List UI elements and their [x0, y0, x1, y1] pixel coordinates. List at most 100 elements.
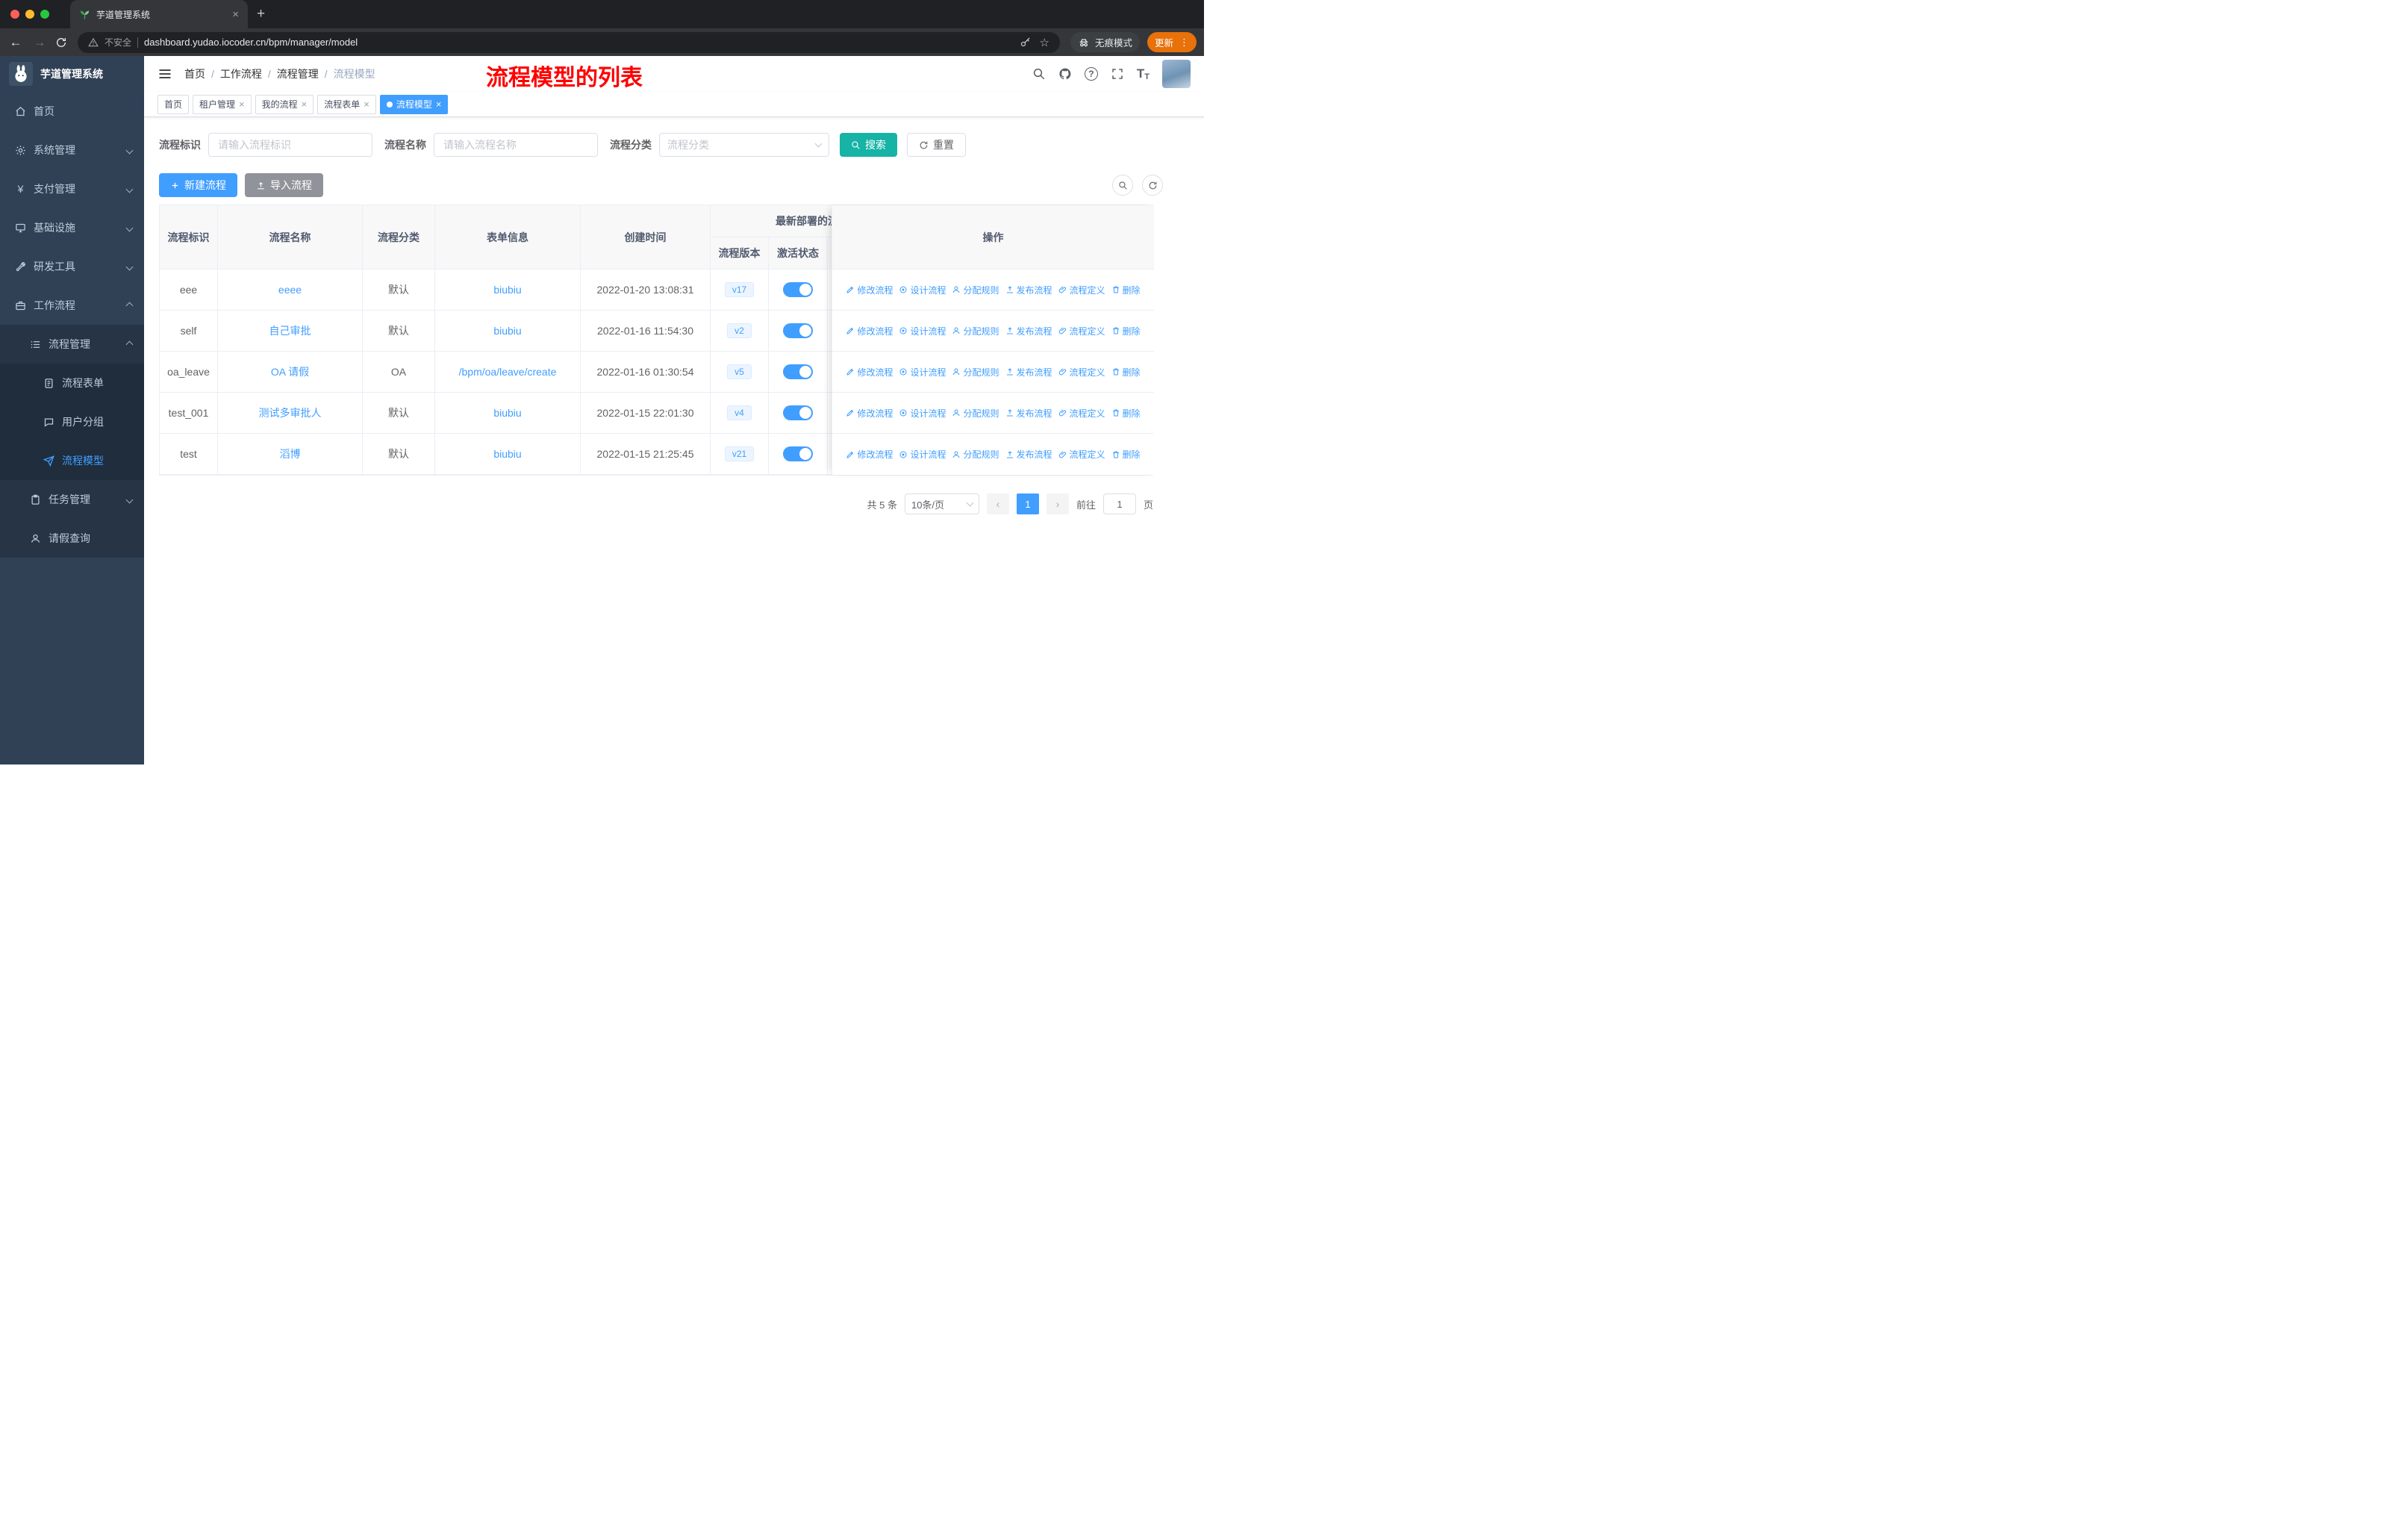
tag-my-process[interactable]: 我的流程 ×	[255, 94, 314, 114]
process-name-input[interactable]	[434, 133, 598, 157]
form-info-link[interactable]: biubiu	[493, 284, 521, 296]
zoom-window-button[interactable]	[40, 10, 49, 19]
process-name-link[interactable]: 测试多审批人	[259, 405, 322, 420]
sidebar-item-user-group[interactable]: 用户分组	[0, 402, 144, 441]
search-button[interactable]: 搜索	[840, 133, 897, 157]
refresh-table-button[interactable]	[1142, 175, 1163, 196]
active-toggle[interactable]	[783, 446, 813, 461]
close-icon[interactable]: ×	[364, 99, 369, 110]
sidebar-item-task-management[interactable]: 任务管理	[0, 480, 144, 519]
form-info-link[interactable]: biubiu	[493, 407, 521, 419]
active-toggle[interactable]	[783, 282, 813, 297]
sidebar-item-infrastructure[interactable]: 基础设施	[0, 208, 144, 247]
process-id-input[interactable]	[208, 133, 372, 157]
design-process-link[interactable]: 设计流程	[899, 448, 946, 461]
delete-link[interactable]: 删除	[1111, 407, 1141, 420]
form-info-link[interactable]: biubiu	[493, 448, 521, 460]
prev-page-button[interactable]: ‹	[986, 493, 1009, 514]
design-process-link[interactable]: 设计流程	[899, 407, 946, 420]
process-definition-link[interactable]: 流程定义	[1058, 448, 1105, 461]
browser-tab[interactable]: 芋道管理系统 ×	[70, 0, 248, 28]
breadcrumb-home[interactable]: 首页	[184, 66, 205, 81]
fullscreen-icon[interactable]	[1111, 67, 1124, 81]
tag-process-form[interactable]: 流程表单 ×	[317, 94, 376, 114]
breadcrumb-process-management[interactable]: 流程管理	[277, 66, 319, 81]
sidebar-item-process-management[interactable]: 流程管理	[0, 325, 144, 364]
update-button[interactable]: 更新 ⋮	[1147, 32, 1197, 52]
design-process-link[interactable]: 设计流程	[899, 366, 946, 379]
process-definition-link[interactable]: 流程定义	[1058, 325, 1105, 337]
active-toggle[interactable]	[783, 323, 813, 338]
version-tag[interactable]: v5	[727, 364, 752, 379]
publish-process-link[interactable]: 发布流程	[1005, 284, 1052, 296]
next-page-button[interactable]: ›	[1046, 493, 1069, 514]
tag-tenant-management[interactable]: 租户管理 ×	[193, 94, 252, 114]
modify-process-link[interactable]: 修改流程	[846, 366, 893, 379]
new-tab-button[interactable]: +	[257, 6, 265, 22]
back-button[interactable]: ←	[7, 35, 24, 50]
close-window-button[interactable]	[10, 10, 19, 19]
search-icon[interactable]	[1032, 67, 1046, 81]
bookmark-star-icon[interactable]: ☆	[1040, 36, 1049, 49]
goto-page-input[interactable]	[1102, 493, 1136, 514]
app-logo[interactable]: 芋道管理系统	[0, 56, 144, 92]
publish-process-link[interactable]: 发布流程	[1005, 366, 1052, 379]
sidebar-item-system[interactable]: 系统管理	[0, 131, 144, 169]
assign-rule-link[interactable]: 分配规则	[952, 448, 999, 461]
address-bar[interactable]: 不安全 dashboard.yudao.iocoder.cn/bpm/manag…	[78, 31, 1060, 53]
form-info-link[interactable]: biubiu	[493, 325, 521, 337]
create-process-button[interactable]: 新建流程	[159, 173, 237, 197]
close-icon[interactable]: ×	[436, 99, 442, 110]
version-tag[interactable]: v21	[724, 446, 755, 461]
tab-close-icon[interactable]: ×	[232, 8, 239, 21]
design-process-link[interactable]: 设计流程	[899, 284, 946, 296]
reload-button[interactable]	[55, 37, 67, 49]
delete-link[interactable]: 删除	[1111, 284, 1141, 296]
publish-process-link[interactable]: 发布流程	[1005, 407, 1052, 420]
sidebar-item-process-form[interactable]: 流程表单	[0, 364, 144, 402]
close-icon[interactable]: ×	[239, 99, 245, 110]
process-name-link[interactable]: OA 请假	[271, 364, 309, 379]
active-toggle[interactable]	[783, 405, 813, 420]
breadcrumb-workflow[interactable]: 工作流程	[220, 66, 262, 81]
assign-rule-link[interactable]: 分配规则	[952, 366, 999, 379]
current-page-button[interactable]: 1	[1016, 493, 1039, 514]
url-text[interactable]: dashboard.yudao.iocoder.cn/bpm/manager/m…	[144, 37, 1014, 48]
publish-process-link[interactable]: 发布流程	[1005, 325, 1052, 337]
active-toggle[interactable]	[783, 364, 813, 379]
tag-home[interactable]: 首页	[157, 94, 190, 114]
sidebar-item-payment[interactable]: ¥ 支付管理	[0, 169, 144, 208]
modify-process-link[interactable]: 修改流程	[846, 407, 893, 420]
process-definition-link[interactable]: 流程定义	[1058, 284, 1105, 296]
design-process-link[interactable]: 设计流程	[899, 325, 946, 337]
delete-link[interactable]: 删除	[1111, 448, 1141, 461]
process-name-link[interactable]: 自己审批	[269, 323, 311, 338]
page-size-select[interactable]: 10条/页	[904, 493, 979, 514]
version-tag[interactable]: v17	[724, 282, 755, 297]
assign-rule-link[interactable]: 分配规则	[952, 407, 999, 420]
close-icon[interactable]: ×	[302, 99, 308, 110]
github-icon[interactable]	[1058, 67, 1072, 81]
minimize-window-button[interactable]	[25, 10, 34, 19]
category-select[interactable]: 流程分类	[659, 133, 829, 157]
sidebar-item-workflow[interactable]: 工作流程	[0, 286, 144, 325]
user-avatar[interactable]	[1162, 60, 1191, 88]
reset-button[interactable]: 重置	[907, 133, 966, 157]
font-size-icon[interactable]: TT	[1137, 66, 1150, 81]
hamburger-icon[interactable]	[157, 66, 172, 81]
import-process-button[interactable]: 导入流程	[245, 173, 323, 197]
modify-process-link[interactable]: 修改流程	[846, 284, 893, 296]
process-name-link[interactable]: 滔博	[280, 446, 301, 461]
assign-rule-link[interactable]: 分配规则	[952, 284, 999, 296]
help-icon[interactable]: ?	[1084, 67, 1098, 81]
delete-link[interactable]: 删除	[1111, 366, 1141, 379]
process-definition-link[interactable]: 流程定义	[1058, 366, 1105, 379]
modify-process-link[interactable]: 修改流程	[846, 325, 893, 337]
security-label[interactable]: 不安全	[105, 36, 131, 49]
version-tag[interactable]: v4	[727, 405, 752, 420]
sidebar-item-dev-tools[interactable]: 研发工具	[0, 247, 144, 286]
browser-menu-icon[interactable]: ⋮	[1179, 37, 1189, 49]
version-tag[interactable]: v2	[727, 323, 752, 338]
form-info-link[interactable]: /bpm/oa/leave/create	[459, 366, 557, 378]
process-name-link[interactable]: eeee	[278, 284, 302, 296]
